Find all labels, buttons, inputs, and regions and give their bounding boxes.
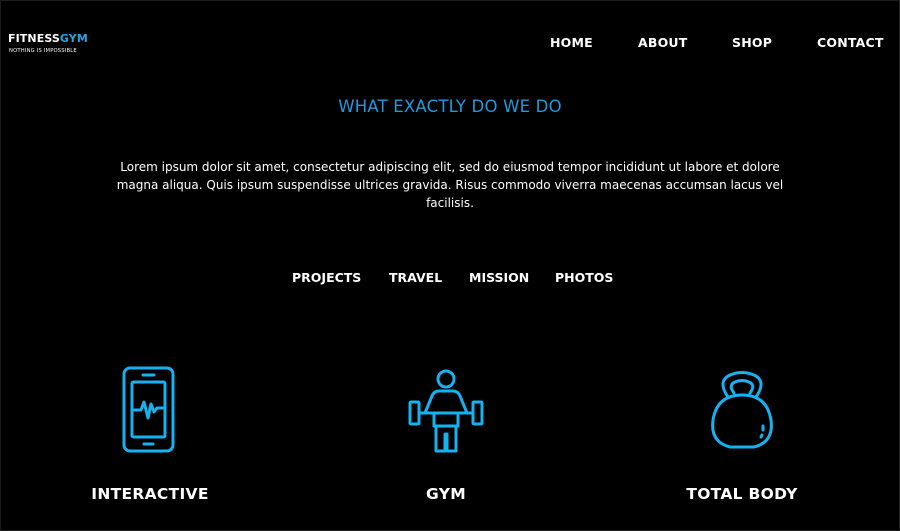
tab-mission[interactable]: MISSION <box>469 270 529 285</box>
nav-item-about[interactable]: ABOUT <box>638 35 688 50</box>
nav-item-shop[interactable]: SHOP <box>732 35 772 50</box>
tab-projects[interactable]: PROJECTS <box>292 270 361 285</box>
tab-photos[interactable]: PHOTOS <box>555 270 613 285</box>
section-description: Lorem ipsum dolor sit amet, consectetur … <box>116 160 784 210</box>
feature-label: INTERACTIVE <box>91 485 209 503</box>
nav-item-contact[interactable]: CONTACT <box>817 35 884 50</box>
feature-label: GYM <box>426 485 466 503</box>
section-title: WHAT EXACTLY DO WE DO <box>338 97 562 116</box>
smartphone-heartbeat-icon <box>122 366 175 453</box>
weightlifter-icon <box>408 369 484 453</box>
feature-total-body: TOTAL BODY <box>592 362 892 503</box>
filter-tabs: PROJECTS TRAVEL MISSION PHOTOS <box>0 270 900 286</box>
kettlebell-icon <box>711 371 773 449</box>
feature-label: TOTAL BODY <box>686 485 798 503</box>
nav-item-home[interactable]: HOME <box>550 35 593 50</box>
feature-gym: GYM <box>296 362 596 503</box>
main-nav: HOME ABOUT SHOP CONTACT <box>0 35 900 51</box>
feature-interactive: INTERACTIVE <box>0 362 300 503</box>
tab-travel[interactable]: TRAVEL <box>389 270 442 285</box>
